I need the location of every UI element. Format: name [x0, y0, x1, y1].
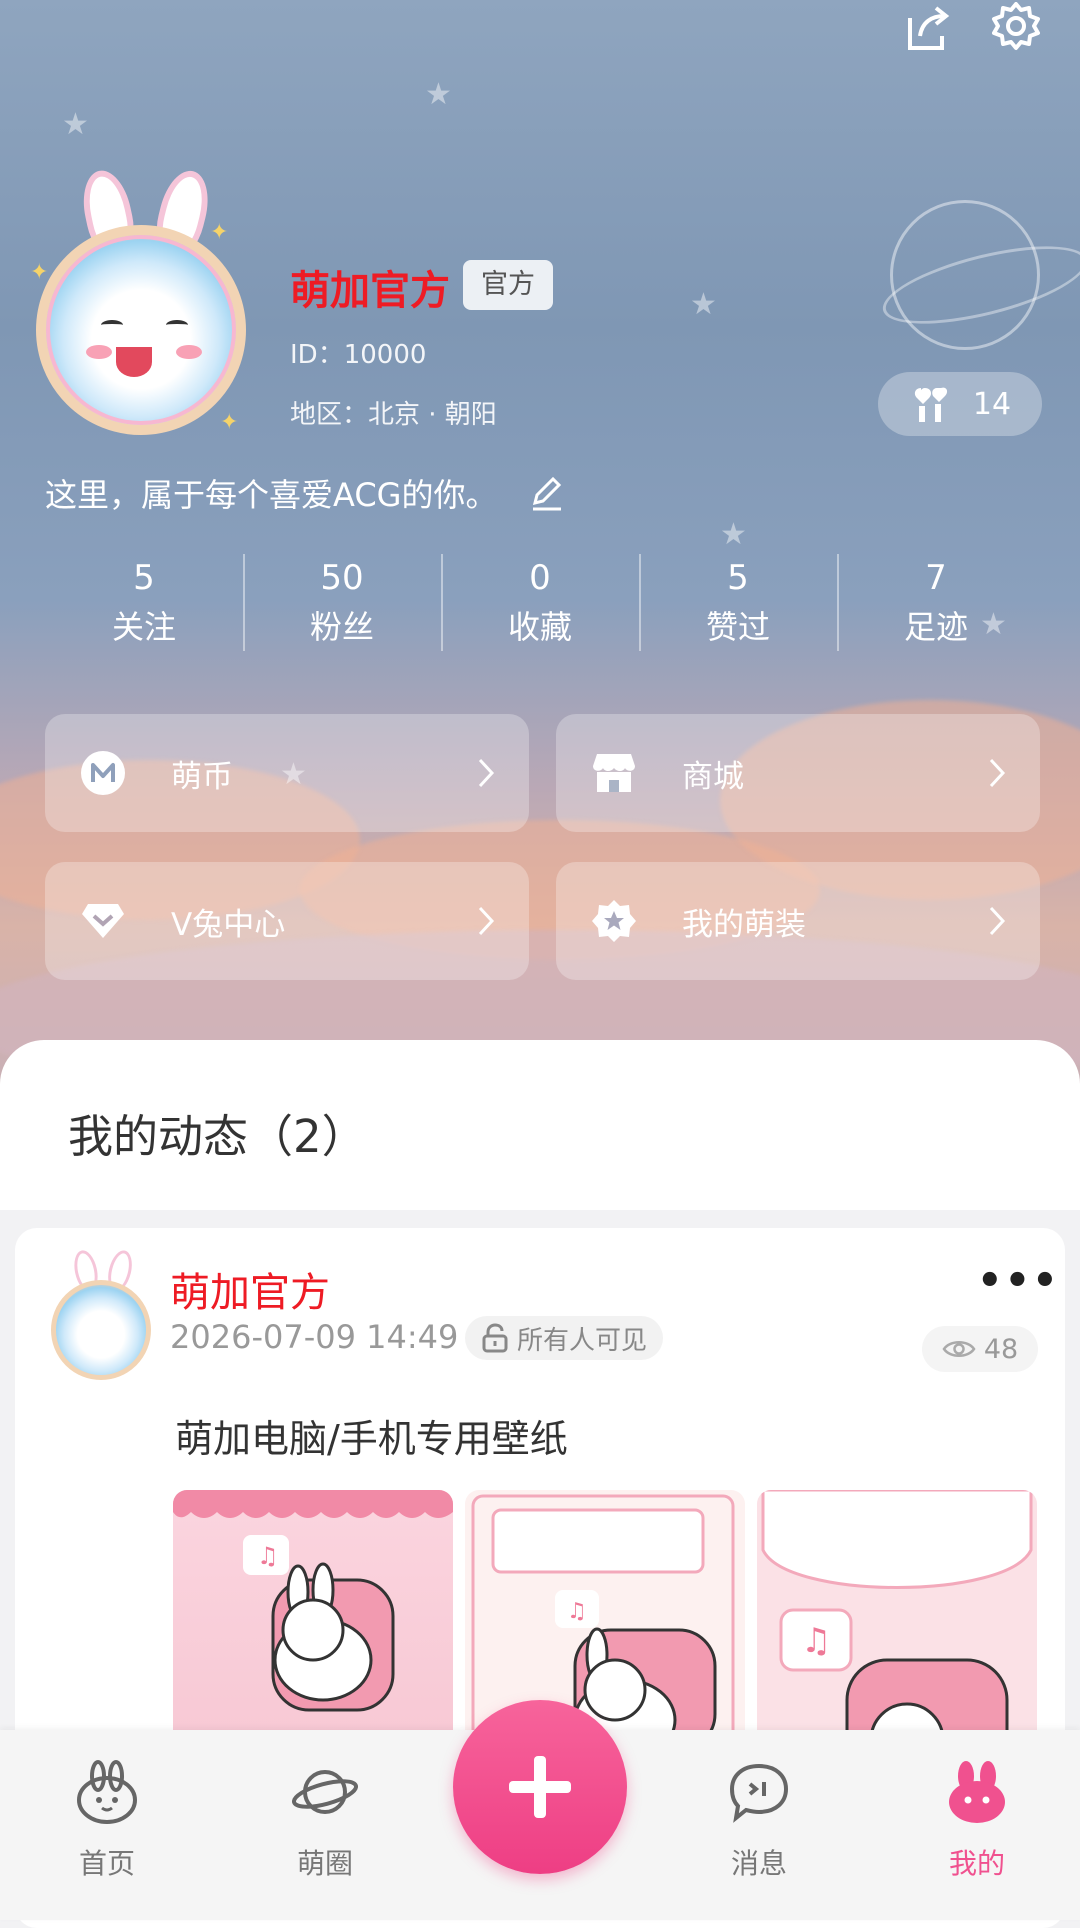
bunny-bubble-illustration: ♫ [761, 1490, 1033, 1750]
vip-center-card[interactable]: V兔中心 [45, 862, 529, 980]
stat-label: 关注 [111, 607, 176, 646]
edit-pencil-icon[interactable] [527, 473, 567, 513]
svg-text:♫: ♫ [257, 1542, 279, 1570]
planet-icon [290, 1760, 360, 1824]
avatar-eye [101, 320, 123, 330]
sparkle-icon: ✦ [220, 410, 239, 435]
sparkle-icon: ✦ [210, 220, 229, 245]
stat-value: 5 [133, 557, 155, 598]
stat-value: 0 [529, 557, 551, 598]
star-decoration: ★ [62, 107, 89, 142]
star-decoration: ★ [425, 77, 452, 112]
stat-footprints[interactable]: 7 足迹 [837, 550, 1035, 655]
chevron-right-icon [989, 906, 1006, 936]
profile-id: ID：10000 [290, 340, 427, 370]
stat-label: 赞过 [705, 607, 770, 646]
views-count: 48 [983, 1333, 1019, 1365]
stat-label: 收藏 [507, 607, 572, 646]
nav-item-messages[interactable]: 消息 [694, 1760, 824, 1882]
nav-label: 首页 [78, 1847, 135, 1880]
views-badge: 48 [922, 1326, 1038, 1372]
post-avatar[interactable] [45, 1247, 155, 1380]
chevron-right-icon [478, 758, 495, 788]
chevron-right-icon [478, 906, 495, 936]
chevron-right-icon [989, 758, 1006, 788]
lock-icon [482, 1323, 508, 1353]
post-time: 2026-07-09 14:49 [170, 1318, 459, 1356]
badge-star-icon [590, 897, 638, 945]
heart-hands-icon [914, 387, 947, 422]
avatar-blush [176, 345, 202, 359]
eye-icon [942, 1341, 976, 1357]
stat-fans[interactable]: 50 粉丝 [243, 550, 441, 655]
coin-card[interactable]: 萌币 [45, 714, 529, 832]
nav-label: 消息 [730, 1847, 787, 1880]
stat-value: 7 [925, 557, 947, 598]
nav-label: 我的 [948, 1847, 1005, 1880]
bio-text: 这里，属于每个喜爱ACG的你。 [45, 476, 498, 514]
popularity-count: 14 [972, 386, 1012, 422]
star-decoration: ★ [720, 517, 747, 552]
shop-card[interactable]: 商城 [556, 714, 1040, 832]
svg-text:♫: ♫ [567, 1599, 587, 1624]
bunny-home-icon [72, 1760, 142, 1824]
stat-label: 粉丝 [309, 607, 374, 646]
share-icon[interactable] [900, 0, 956, 56]
stat-favorites[interactable]: 0 收藏 [441, 550, 639, 655]
card-label: V兔中心 [171, 906, 286, 943]
visibility-label: 所有人可见 [517, 1325, 648, 1356]
profile-name: 萌加官方 [290, 268, 450, 314]
svg-text:♫: ♫ [801, 1621, 831, 1661]
card-label: 萌币 [171, 758, 233, 795]
avatar-blush [86, 345, 112, 359]
my-outfit-card[interactable]: 我的萌装 [556, 862, 1040, 980]
avatar-eye [166, 320, 188, 330]
card-label: 商城 [682, 758, 744, 795]
coin-m-icon [79, 749, 127, 797]
nav-item-circle[interactable]: 萌圈 [260, 1760, 390, 1882]
avatar-image [36, 225, 246, 435]
post-image-1[interactable]: ♫ [173, 1490, 453, 1750]
stat-liked[interactable]: 5 赞过 [639, 550, 837, 655]
visibility-badge[interactable]: 所有人可见 [465, 1316, 664, 1360]
popularity-badge[interactable]: 14 [878, 372, 1042, 436]
profile-avatar[interactable]: ✦ ✦ ✦ [30, 165, 260, 435]
post-text: 萌加电脑/手机专用壁纸 [175, 1417, 568, 1461]
card-label: 我的萌装 [682, 906, 806, 943]
sparkle-icon: ✦ [30, 260, 49, 285]
nav-item-me[interactable]: 我的 [912, 1760, 1042, 1882]
stat-value: 5 [727, 557, 749, 598]
nav-item-home[interactable]: 首页 [42, 1760, 172, 1882]
bunny-sofa-illustration: ♫ [173, 1490, 453, 1712]
star-decoration: ★ [690, 287, 717, 322]
diamond-icon [79, 897, 127, 945]
section-title: 我的动态（2） [68, 1110, 367, 1163]
nav-label: 萌圈 [296, 1847, 353, 1880]
stat-label: 足迹 [903, 607, 968, 646]
stat-value: 50 [320, 557, 364, 598]
avatar-mouth [116, 347, 152, 377]
chat-icon [724, 1760, 794, 1824]
post-image-3[interactable]: ♫ [757, 1490, 1037, 1750]
more-options-icon[interactable]: ••• [977, 1258, 1060, 1304]
settings-gear-icon[interactable] [988, 0, 1044, 56]
avatar-image [51, 1280, 151, 1380]
shop-icon [590, 749, 638, 797]
stats-row: 5 关注 50 粉丝 0 收藏 5 赞过 7 足迹 [45, 550, 1035, 655]
profile-bio[interactable]: 这里，属于每个喜爱ACG的你。 [45, 470, 567, 516]
post-author[interactable]: 萌加官方 [170, 1260, 330, 1318]
official-badge: 官方 [463, 260, 553, 310]
stat-following[interactable]: 5 关注 [45, 550, 243, 655]
profile-region: 地区：北京 · 朝阳 [290, 400, 497, 430]
create-post-button[interactable] [453, 1700, 627, 1874]
plus-icon [509, 1756, 571, 1818]
bunny-me-icon [942, 1760, 1012, 1824]
